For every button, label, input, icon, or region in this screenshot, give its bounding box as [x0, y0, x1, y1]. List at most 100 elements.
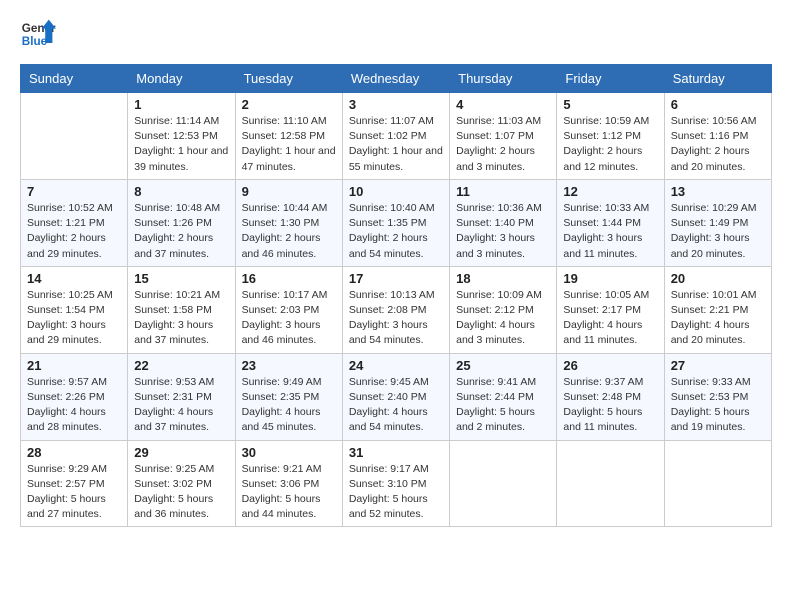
calendar-cell: 17Sunrise: 10:13 AMSunset: 2:08 PMDaylig…: [342, 266, 449, 353]
day-info: Sunrise: 9:33 AMSunset: 2:53 PMDaylight:…: [671, 375, 765, 436]
logo: General Blue: [20, 16, 56, 52]
calendar-cell: [450, 440, 557, 527]
day-number: 9: [242, 184, 336, 199]
day-info: Sunrise: 9:37 AMSunset: 2:48 PMDaylight:…: [563, 375, 657, 436]
day-number: 6: [671, 97, 765, 112]
day-number: 30: [242, 445, 336, 460]
day-info: Sunrise: 10:29 AMSunset: 1:49 PMDaylight…: [671, 201, 765, 262]
calendar-cell: [21, 93, 128, 180]
calendar-cell: 15 Sunrise: 10:21 AMSunset: 1:58 PMDaylig…: [128, 266, 235, 353]
day-info: Sunrise: 9:29 AMSunset: 2:57 PMDaylight:…: [27, 462, 121, 523]
day-number: 1: [134, 97, 228, 112]
weekday-header-saturday: Saturday: [664, 65, 771, 93]
day-number: 5: [563, 97, 657, 112]
day-number: 4: [456, 97, 550, 112]
day-number: 19: [563, 271, 657, 286]
day-info: Sunrise: 10:44 AMSunset: 1:30 PMDaylight…: [242, 201, 336, 262]
day-number: 20: [671, 271, 765, 286]
day-info: Sunrise: 9:53 AMSunset: 2:31 PMDaylight:…: [134, 375, 228, 436]
day-number: 16: [242, 271, 336, 286]
day-info: Sunrise: 10:01 AMSunset: 2:21 PMDaylight…: [671, 288, 765, 349]
weekday-header-thursday: Thursday: [450, 65, 557, 93]
calendar-week-row: 14Sunrise: 10:25 AMSunset: 1:54 PMDaylig…: [21, 266, 772, 353]
calendar-week-row: 28 Sunrise: 9:29 AMSunset: 2:57 PMDayligh…: [21, 440, 772, 527]
calendar-cell: 5 Sunrise: 10:59 AMSunset: 1:12 PMDayligh…: [557, 93, 664, 180]
day-number: 18: [456, 271, 550, 286]
calendar-cell: 28 Sunrise: 9:29 AMSunset: 2:57 PMDayligh…: [21, 440, 128, 527]
day-number: 22: [134, 358, 228, 373]
day-info: Sunrise: 10:09 AMSunset: 2:12 PMDaylight…: [456, 288, 550, 349]
day-info: Sunrise: 9:25 AMSunset: 3:02 PMDaylight:…: [134, 462, 228, 523]
calendar-cell: 20 Sunrise: 10:01 AMSunset: 2:21 PMDaylig…: [664, 266, 771, 353]
day-number: 11: [456, 184, 550, 199]
day-info: Sunrise: 9:49 AMSunset: 2:35 PMDaylight:…: [242, 375, 336, 436]
day-number: 13: [671, 184, 765, 199]
day-info: Sunrise: 11:10 AMSunset: 12:58 PMDayligh…: [242, 114, 336, 175]
header: General Blue: [20, 16, 772, 52]
weekday-header-sunday: Sunday: [21, 65, 128, 93]
calendar-table: SundayMondayTuesdayWednesdayThursdayFrid…: [20, 64, 772, 527]
day-number: 2: [242, 97, 336, 112]
calendar-cell: 23 Sunrise: 9:49 AMSunset: 2:35 PMDayligh…: [235, 353, 342, 440]
day-number: 24: [349, 358, 443, 373]
day-number: 25: [456, 358, 550, 373]
calendar-cell: [664, 440, 771, 527]
weekday-header-tuesday: Tuesday: [235, 65, 342, 93]
calendar-cell: 7Sunrise: 10:52 AMSunset: 1:21 PMDayligh…: [21, 179, 128, 266]
day-number: 26: [563, 358, 657, 373]
day-number: 12: [563, 184, 657, 199]
weekday-header-wednesday: Wednesday: [342, 65, 449, 93]
day-info: Sunrise: 10:17 AMSunset: 2:03 PMDaylight…: [242, 288, 336, 349]
day-info: Sunrise: 10:05 AMSunset: 2:17 PMDaylight…: [563, 288, 657, 349]
calendar-week-row: 21 Sunrise: 9:57 AMSunset: 2:26 PMDayligh…: [21, 353, 772, 440]
day-number: 8: [134, 184, 228, 199]
day-number: 3: [349, 97, 443, 112]
calendar-cell: 13 Sunrise: 10:29 AMSunset: 1:49 PMDaylig…: [664, 179, 771, 266]
calendar-cell: 26 Sunrise: 9:37 AMSunset: 2:48 PMDayligh…: [557, 353, 664, 440]
day-info: Sunrise: 10:56 AMSunset: 1:16 PMDaylight…: [671, 114, 765, 175]
day-number: 23: [242, 358, 336, 373]
day-info: Sunrise: 10:33 AMSunset: 1:44 PMDaylight…: [563, 201, 657, 262]
day-info: Sunrise: 10:59 AMSunset: 1:12 PMDaylight…: [563, 114, 657, 175]
calendar-week-row: 1 Sunrise: 11:14 AMSunset: 12:53 PMDaylig…: [21, 93, 772, 180]
calendar-cell: 12 Sunrise: 10:33 AMSunset: 1:44 PMDaylig…: [557, 179, 664, 266]
day-info: Sunrise: 10:36 AMSunset: 1:40 PMDaylight…: [456, 201, 550, 262]
calendar-cell: 3Sunrise: 11:07 AMSunset: 1:02 PMDayligh…: [342, 93, 449, 180]
calendar-cell: 30 Sunrise: 9:21 AMSunset: 3:06 PMDayligh…: [235, 440, 342, 527]
day-info: Sunrise: 10:40 AMSunset: 1:35 PMDaylight…: [349, 201, 443, 262]
day-info: Sunrise: 9:57 AMSunset: 2:26 PMDaylight:…: [27, 375, 121, 436]
day-number: 17: [349, 271, 443, 286]
calendar-cell: 31 Sunrise: 9:17 AMSunset: 3:10 PMDayligh…: [342, 440, 449, 527]
calendar-cell: 9 Sunrise: 10:44 AMSunset: 1:30 PMDayligh…: [235, 179, 342, 266]
calendar-cell: 27 Sunrise: 9:33 AMSunset: 2:53 PMDayligh…: [664, 353, 771, 440]
svg-text:Blue: Blue: [22, 35, 48, 48]
weekday-header-friday: Friday: [557, 65, 664, 93]
day-info: Sunrise: 9:45 AMSunset: 2:40 PMDaylight:…: [349, 375, 443, 436]
calendar-cell: 10 Sunrise: 10:40 AMSunset: 1:35 PMDaylig…: [342, 179, 449, 266]
day-info: Sunrise: 9:21 AMSunset: 3:06 PMDaylight:…: [242, 462, 336, 523]
calendar-cell: 6 Sunrise: 10:56 AMSunset: 1:16 PMDayligh…: [664, 93, 771, 180]
day-number: 21: [27, 358, 121, 373]
calendar-cell: 25Sunrise: 9:41 AMSunset: 2:44 PMDayligh…: [450, 353, 557, 440]
calendar-cell: 22 Sunrise: 9:53 AMSunset: 2:31 PMDayligh…: [128, 353, 235, 440]
day-info: Sunrise: 11:14 AMSunset: 12:53 PMDayligh…: [134, 114, 228, 175]
day-number: 31: [349, 445, 443, 460]
calendar-cell: [557, 440, 664, 527]
calendar-cell: 16 Sunrise: 10:17 AMSunset: 2:03 PMDaylig…: [235, 266, 342, 353]
calendar-week-row: 7Sunrise: 10:52 AMSunset: 1:21 PMDayligh…: [21, 179, 772, 266]
day-number: 28: [27, 445, 121, 460]
day-number: 14: [27, 271, 121, 286]
day-number: 29: [134, 445, 228, 460]
calendar-cell: 11 Sunrise: 10:36 AMSunset: 1:40 PMDaylig…: [450, 179, 557, 266]
day-info: Sunrise: 9:17 AMSunset: 3:10 PMDaylight:…: [349, 462, 443, 523]
weekday-header-monday: Monday: [128, 65, 235, 93]
day-number: 15: [134, 271, 228, 286]
day-number: 10: [349, 184, 443, 199]
calendar-cell: 24 Sunrise: 9:45 AMSunset: 2:40 PMDayligh…: [342, 353, 449, 440]
calendar-cell: 14Sunrise: 10:25 AMSunset: 1:54 PMDaylig…: [21, 266, 128, 353]
day-number: 27: [671, 358, 765, 373]
day-info: Sunrise: 10:21 AMSunset: 1:58 PMDaylight…: [134, 288, 228, 349]
calendar-cell: 1 Sunrise: 11:14 AMSunset: 12:53 PMDaylig…: [128, 93, 235, 180]
day-number: 7: [27, 184, 121, 199]
calendar-cell: 19 Sunrise: 10:05 AMSunset: 2:17 PMDaylig…: [557, 266, 664, 353]
